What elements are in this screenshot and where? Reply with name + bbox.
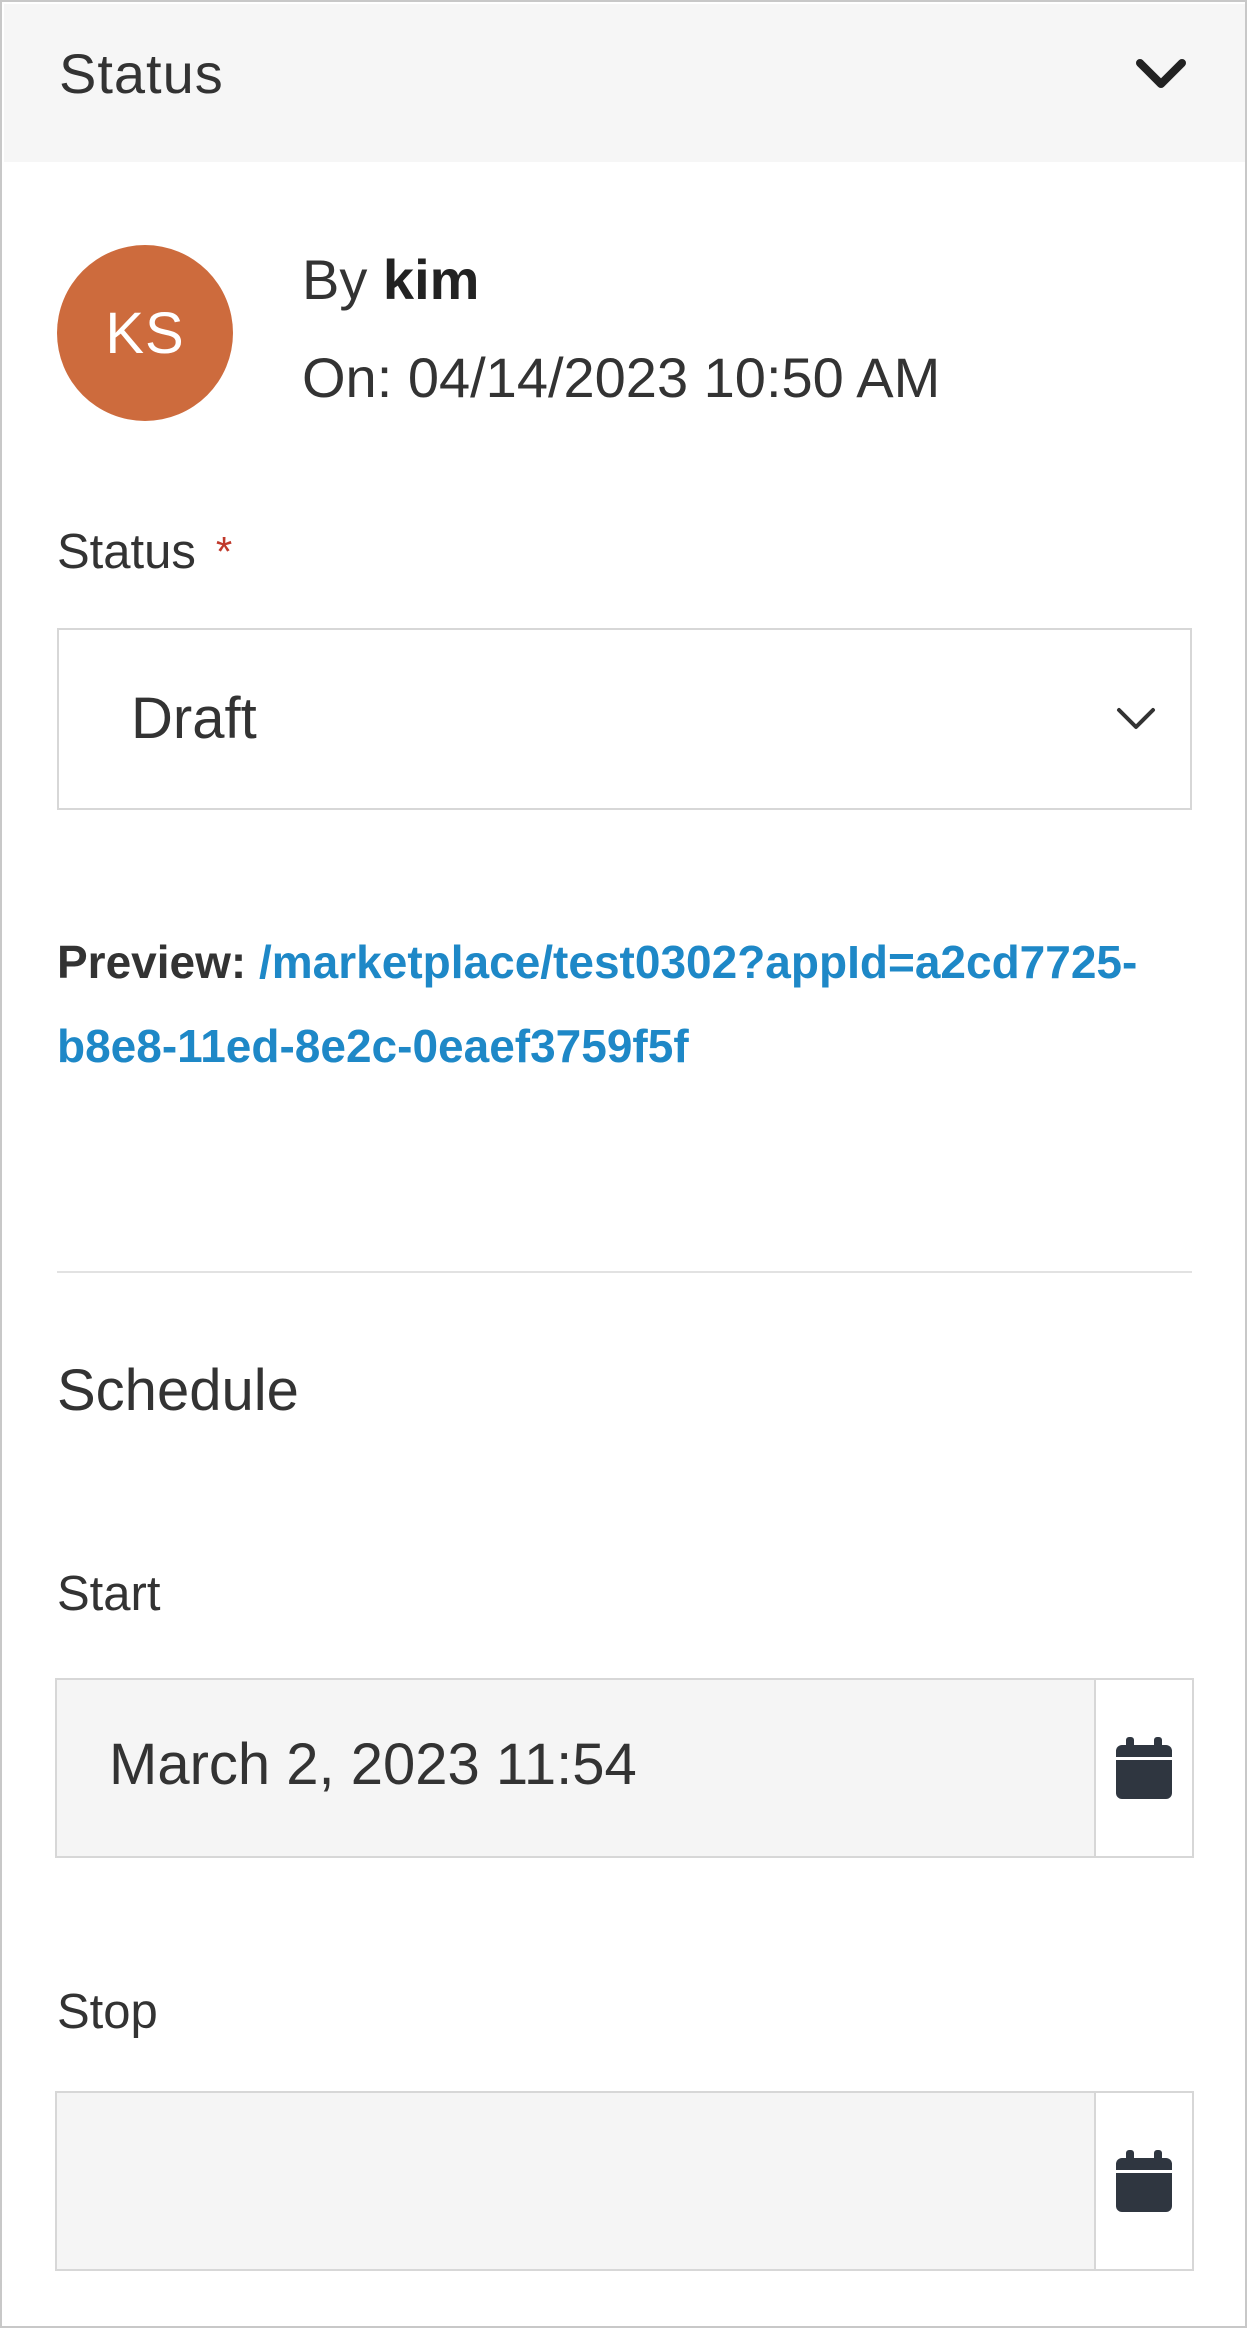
status-select-value: Draft xyxy=(131,686,257,751)
chevron-down-icon[interactable] xyxy=(1110,702,1162,736)
divider xyxy=(57,1271,1192,1273)
status-label: Status * xyxy=(57,524,232,580)
preview-line: Preview: /marketplace/test0302?appId=a2c… xyxy=(57,920,1157,1088)
avatar: KS xyxy=(57,245,233,421)
stop-label: Stop xyxy=(57,1985,158,2039)
avatar-initials: KS xyxy=(105,300,185,366)
required-marker: * xyxy=(215,528,233,575)
stop-date-field[interactable] xyxy=(55,2091,1194,2271)
schedule-title: Schedule xyxy=(57,1358,299,1423)
start-date-value: March 2, 2023 11:54 xyxy=(109,1732,637,1797)
chevron-down-icon[interactable] xyxy=(1134,54,1188,94)
start-label: Start xyxy=(57,1567,161,1621)
calendar-icon xyxy=(1116,2150,1172,2212)
status-select[interactable]: Draft xyxy=(57,628,1192,810)
panel-title: Status xyxy=(59,42,224,105)
author-name: kim xyxy=(382,248,480,311)
author-date: On: 04/14/2023 10:50 AM xyxy=(302,346,941,409)
preview-label: Preview: xyxy=(57,936,247,988)
author-line: By kim xyxy=(302,248,479,312)
start-calendar-button[interactable] xyxy=(1094,1680,1192,1856)
stop-calendar-button[interactable] xyxy=(1094,2093,1192,2269)
author-prefix: By xyxy=(302,248,368,311)
calendar-icon xyxy=(1116,1737,1172,1799)
status-panel: Status KS By kim On: 04/14/2023 10:50 AM… xyxy=(0,0,1247,2328)
status-label-text: Status xyxy=(57,525,196,579)
panel-header[interactable]: Status xyxy=(4,4,1245,162)
start-date-field[interactable]: March 2, 2023 11:54 xyxy=(55,1678,1194,1858)
